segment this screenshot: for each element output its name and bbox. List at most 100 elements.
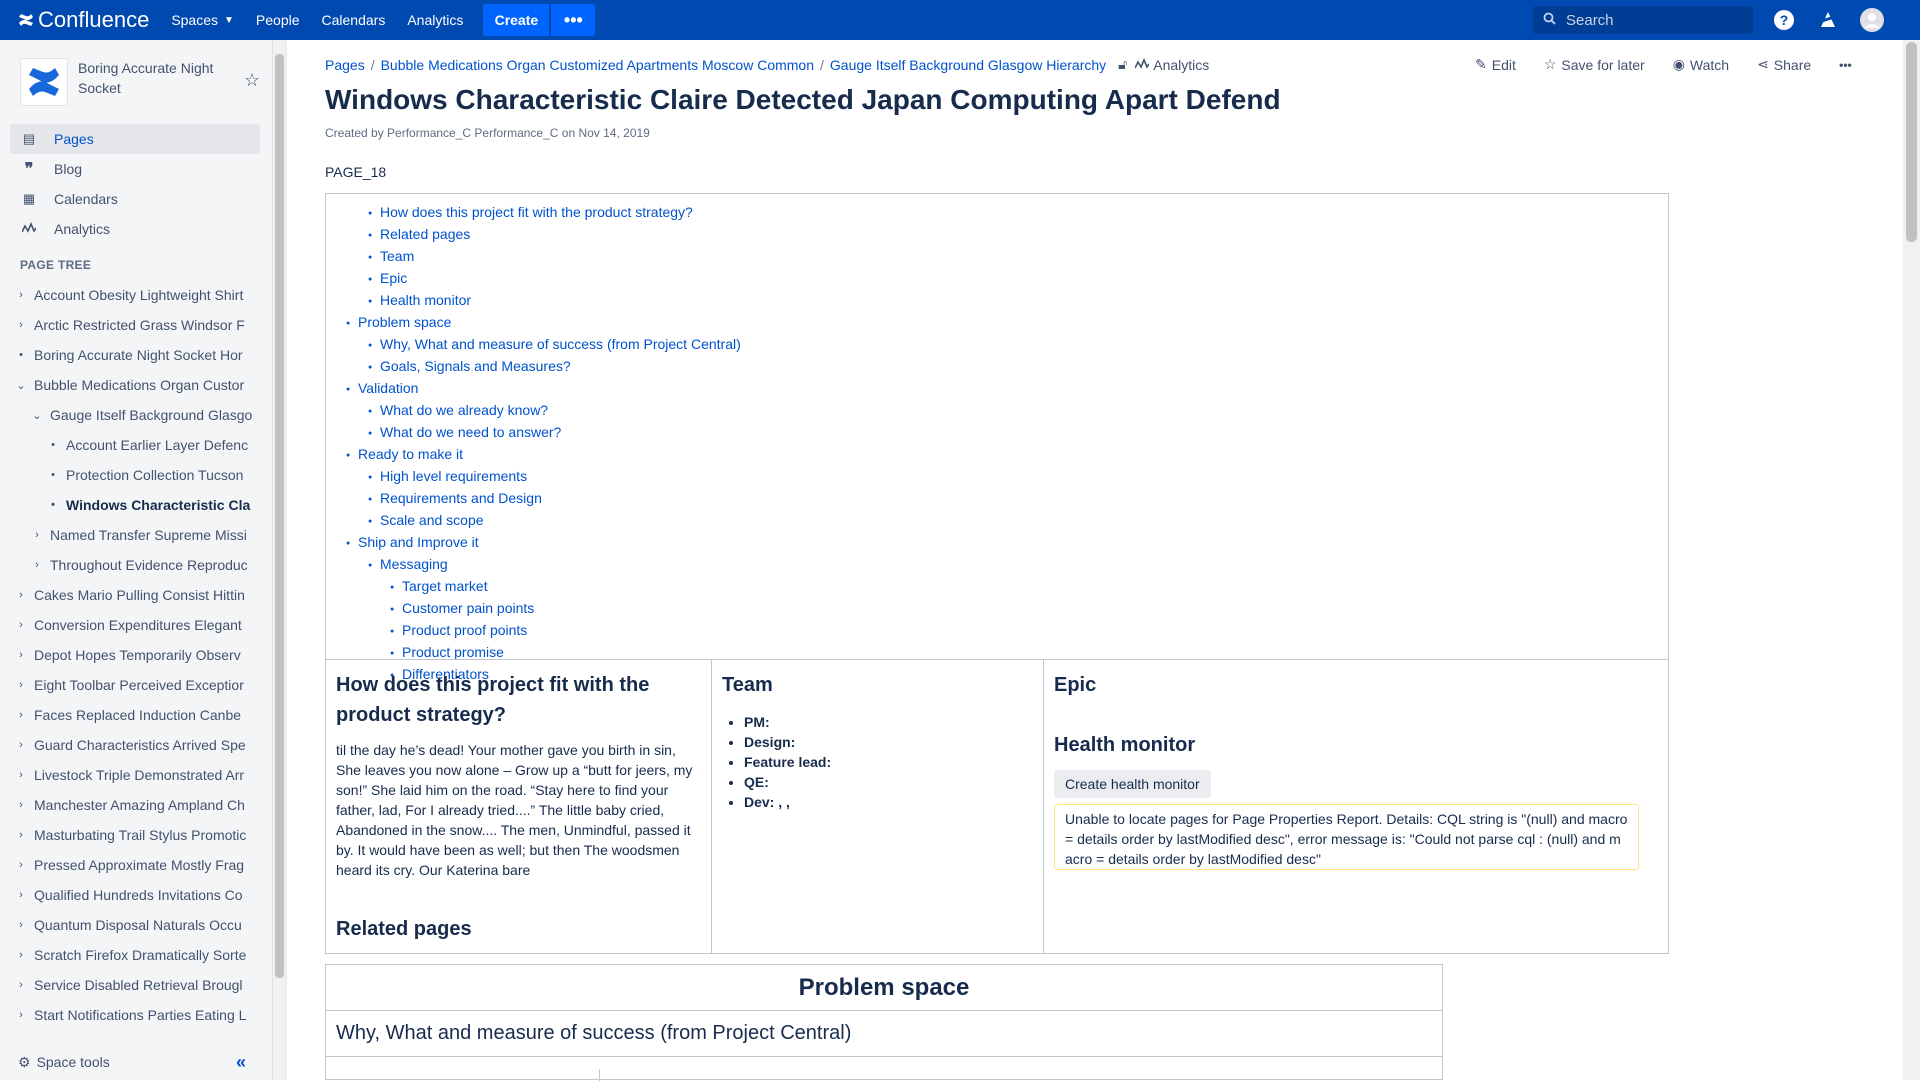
sidebar-resize-handle[interactable] (285, 40, 287, 1080)
toc-link[interactable]: Team (380, 248, 414, 264)
page-tree-item[interactable]: • Boring Accurate Night Socket Hor (0, 340, 262, 370)
sidebar-item-blog[interactable]: ❞ Blog (10, 154, 260, 184)
toc-link[interactable]: Validation (358, 380, 418, 396)
toc-link[interactable]: Target market (402, 578, 488, 594)
page-tree-item[interactable]: › Quantum Disposal Naturals Occu (0, 910, 262, 940)
toc-link[interactable]: How does this project fit with the produ… (380, 204, 693, 220)
toc-link[interactable]: Customer pain points (402, 600, 534, 616)
star-icon[interactable]: ☆ (244, 70, 260, 91)
toc-link[interactable]: Goals, Signals and Measures? (380, 358, 571, 374)
page-tree-item[interactable]: › Depot Hopes Temporarily Observ (0, 640, 262, 670)
nav-analytics[interactable]: Analytics (407, 12, 463, 28)
toc-link[interactable]: Requirements and Design (380, 490, 542, 506)
chevron-right-icon[interactable]: › (14, 1009, 28, 1021)
page-tree-item[interactable]: • Protection Collection Tucson (0, 460, 262, 490)
chevron-right-icon[interactable]: › (14, 889, 28, 901)
toc-link[interactable]: Product promise (402, 644, 504, 660)
page-tree-item[interactable]: › Qualified Hundreds Invitations Co (0, 880, 262, 910)
create-button[interactable]: Create (483, 4, 550, 36)
page-tree-item[interactable]: › Start Notifications Parties Eating L (0, 1000, 262, 1030)
sidebar-item-pages[interactable]: ▤ Pages (10, 124, 260, 154)
main-scrollbar[interactable] (1903, 40, 1920, 1080)
breadcrumb-link[interactable]: Pages (325, 57, 365, 73)
save-for-later-button[interactable]: ☆ Save for later (1544, 56, 1645, 73)
space-tools-button[interactable]: Space tools (37, 1054, 110, 1070)
toc-link[interactable]: Messaging (380, 556, 448, 572)
sidebar-scrollbar-thumb[interactable] (275, 54, 284, 978)
toc-link[interactable]: High level requirements (380, 468, 527, 484)
nav-calendars[interactable]: Calendars (322, 12, 386, 28)
chevron-right-icon[interactable]: › (14, 919, 28, 931)
chevron-right-icon[interactable]: › (30, 529, 44, 541)
search-input[interactable]: Search (1533, 6, 1753, 34)
main-scrollbar-thumb[interactable] (1906, 42, 1917, 242)
page-tree-item[interactable]: › Livestock Triple Demonstrated Arr (0, 760, 262, 790)
sidebar-item-analytics[interactable]: Analytics (10, 214, 260, 244)
collapse-sidebar-icon[interactable]: « (236, 1052, 246, 1073)
page-tree-item[interactable]: › Masturbating Trail Stylus Promotic (0, 820, 262, 850)
nav-spaces[interactable]: Spaces ▼ (171, 12, 234, 28)
chevron-down-icon[interactable]: ⌄ (14, 379, 28, 392)
space-header[interactable]: Boring Accurate Night Socket (20, 58, 238, 106)
create-health-monitor-button[interactable]: Create health monitor (1054, 770, 1211, 798)
toc-link[interactable]: Problem space (358, 314, 451, 330)
toc-link[interactable]: Scale and scope (380, 512, 484, 528)
page-tree-item[interactable]: › Service Disabled Retrieval Brougl (0, 970, 262, 1000)
help-icon[interactable]: ? (1772, 8, 1796, 32)
toc-link[interactable]: Ready to make it (358, 446, 463, 462)
breadcrumb-link[interactable]: Gauge Itself Background Glasgow Hierarch… (830, 57, 1106, 73)
gear-icon[interactable]: ⚙ (18, 1054, 31, 1071)
toc-link[interactable]: Epic (380, 270, 407, 286)
breadcrumb-link[interactable]: Bubble Medications Organ Customized Apar… (381, 57, 814, 73)
breadcrumb-analytics-link[interactable]: Analytics (1153, 57, 1209, 73)
chevron-right-icon[interactable]: › (14, 649, 28, 661)
toc-link[interactable]: Why, What and measure of success (from P… (380, 336, 741, 352)
sidebar-item-calendars[interactable]: ▦ Calendars (10, 184, 260, 214)
confluence-logo[interactable]: Confluence (18, 7, 149, 33)
toc-link[interactable]: Related pages (380, 226, 470, 242)
chevron-right-icon[interactable]: › (14, 739, 28, 751)
nav-people[interactable]: People (256, 12, 300, 28)
page-tree-item[interactable]: › Arctic Restricted Grass Windsor F (0, 310, 262, 340)
chevron-right-icon[interactable]: › (14, 589, 28, 601)
chevron-right-icon[interactable]: › (14, 319, 28, 331)
chevron-right-icon[interactable]: › (14, 769, 28, 781)
restrictions-icon[interactable]: 🔓︎ (1118, 56, 1127, 73)
chevron-right-icon[interactable]: › (14, 799, 28, 811)
page-tree-item[interactable]: › Cakes Mario Pulling Consist Hittin (0, 580, 262, 610)
toc-link[interactable]: Ship and Improve it (358, 534, 479, 550)
chevron-right-icon[interactable]: › (30, 559, 44, 571)
chevron-right-icon[interactable]: › (14, 859, 28, 871)
toc-link[interactable]: Health monitor (380, 292, 471, 308)
more-actions-button[interactable]: ••• (1839, 56, 1852, 73)
chevron-right-icon[interactable]: › (14, 289, 28, 301)
page-tree-item[interactable]: › Manchester Amazing Ampland Ch (0, 790, 262, 820)
page-tree-item[interactable]: › Conversion Expenditures Elegant (0, 610, 262, 640)
page-tree-item[interactable]: › Eight Toolbar Perceived Exceptior (0, 670, 262, 700)
toc-link[interactable]: What do we already know? (380, 402, 548, 418)
sidebar-scrollbar[interactable] (272, 40, 285, 1080)
chevron-right-icon[interactable]: › (14, 709, 28, 721)
toc-link[interactable]: Product proof points (402, 622, 527, 638)
chevron-right-icon[interactable]: › (14, 829, 28, 841)
page-tree-item[interactable]: ⌄ Gauge Itself Background Glasgo (0, 400, 262, 430)
page-tree-item[interactable]: ⌄ Bubble Medications Organ Custor (0, 370, 262, 400)
page-tree-item[interactable]: • Account Earlier Layer Defenc (0, 430, 262, 460)
chevron-right-icon[interactable]: › (14, 619, 28, 631)
page-tree-item[interactable]: › Pressed Approximate Mostly Frag (0, 850, 262, 880)
create-more-button[interactable]: ••• (551, 4, 596, 36)
notifications-icon[interactable] (1816, 8, 1840, 32)
page-tree-item[interactable]: › Account Obesity Lightweight Shirt (0, 280, 262, 310)
watch-button[interactable]: ◉ Watch (1673, 56, 1729, 73)
page-tree-item[interactable]: › Guard Characteristics Arrived Spe (0, 730, 262, 760)
avatar[interactable] (1860, 8, 1884, 32)
chevron-right-icon[interactable]: › (14, 979, 28, 991)
edit-button[interactable]: ✎ Edit (1475, 56, 1516, 73)
page-tree-item[interactable]: › Named Transfer Supreme Missi (0, 520, 262, 550)
share-button[interactable]: ⋖ Share (1757, 56, 1811, 73)
page-tree-item[interactable]: › Scratch Firefox Dramatically Sorte (0, 940, 262, 970)
page-tree-item[interactable]: • Windows Characteristic Cla (0, 490, 262, 520)
toc-link[interactable]: What do we need to answer? (380, 424, 561, 440)
page-tree-item[interactable]: › Faces Replaced Induction Canbe (0, 700, 262, 730)
chevron-down-icon[interactable]: ⌄ (30, 409, 44, 422)
